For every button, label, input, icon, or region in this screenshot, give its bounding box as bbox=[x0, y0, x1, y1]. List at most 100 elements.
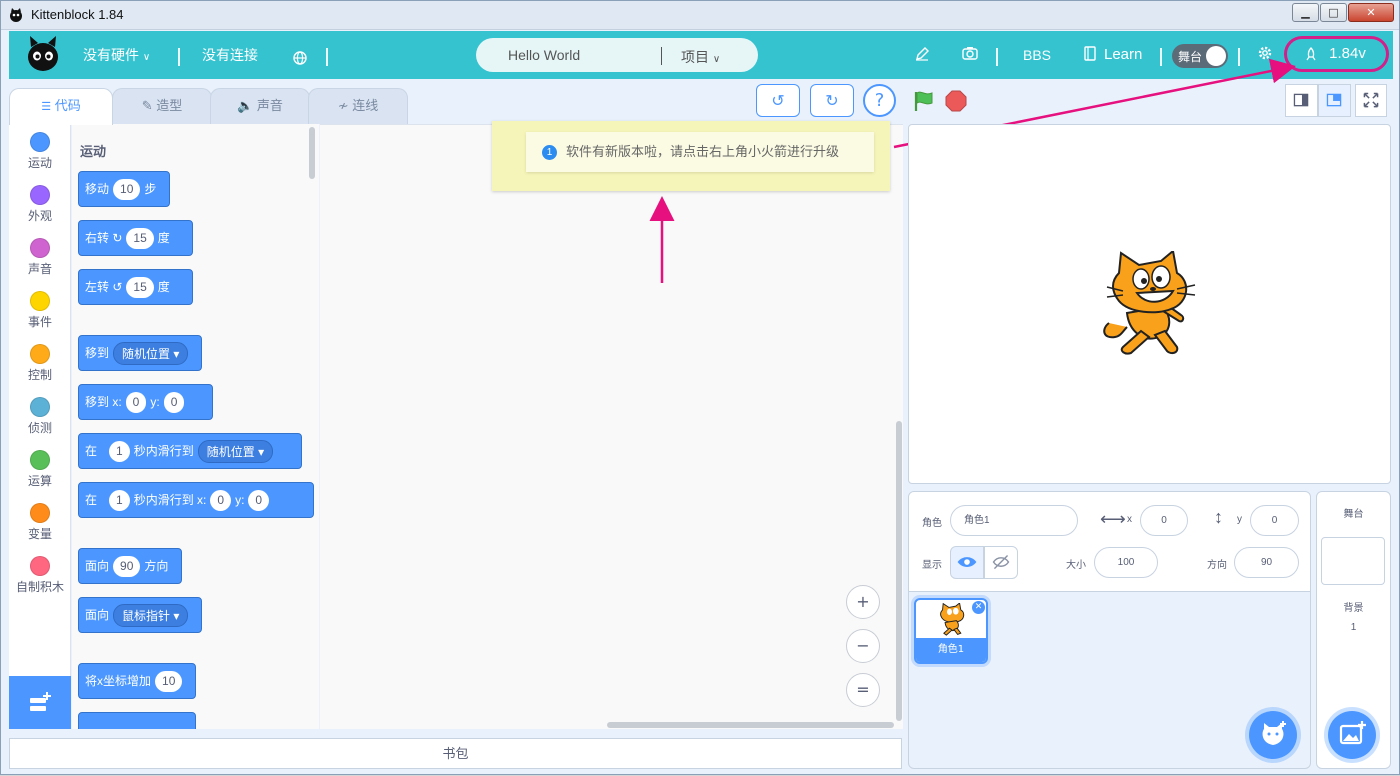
app-icon bbox=[10, 8, 22, 22]
change-x-input[interactable]: 10 bbox=[155, 671, 183, 693]
project-menu-label: 项目 bbox=[681, 49, 709, 65]
block-goto-xy[interactable]: 移到 x: 0 y: 0 bbox=[78, 384, 213, 420]
maximize-button[interactable]: □ bbox=[1320, 3, 1347, 22]
help-button[interactable]: ? bbox=[863, 84, 896, 117]
stage-canvas[interactable] bbox=[908, 124, 1391, 484]
learn-link[interactable]: Learn bbox=[1104, 31, 1142, 79]
size-field[interactable]: 100 bbox=[1094, 547, 1158, 578]
x-input[interactable]: 0 bbox=[210, 490, 232, 512]
block-text: 移到 x: bbox=[85, 395, 122, 409]
add-extension-button[interactable] bbox=[9, 676, 71, 729]
y-input[interactable]: 0 bbox=[248, 490, 270, 512]
category-label: 运算 bbox=[27, 474, 52, 488]
block-text: 右转 bbox=[85, 231, 110, 245]
block-turn-left[interactable]: 左转 ↺ 15 度 bbox=[78, 269, 193, 305]
cat-sprite[interactable] bbox=[1099, 251, 1199, 359]
stage-mode-toggle[interactable]: 舞台 bbox=[1172, 44, 1228, 68]
category-operators[interactable]: 运算 bbox=[9, 442, 71, 495]
stage-pane-title: 舞台 bbox=[1343, 509, 1364, 520]
show-visible-button[interactable] bbox=[950, 546, 984, 579]
block-partial[interactable] bbox=[78, 712, 196, 729]
tab-sounds[interactable]: 🔈 声音 bbox=[210, 88, 310, 124]
direction-input[interactable]: 90 bbox=[113, 556, 141, 578]
tab-costumes[interactable]: ✎ 造型 bbox=[112, 88, 212, 124]
gear-icon[interactable] bbox=[1257, 45, 1273, 61]
undo-button[interactable]: ↺ bbox=[756, 84, 800, 117]
category-my-blocks[interactable]: 自制积木 bbox=[9, 548, 71, 601]
x-input[interactable]: 0 bbox=[125, 392, 147, 414]
book-icon bbox=[1084, 46, 1096, 61]
category-sensing[interactable]: 侦测 bbox=[9, 389, 71, 442]
block-glide-to[interactable]: 在 1 秒内滑行到 随机位置 ▾ bbox=[78, 433, 302, 469]
fullscreen-button[interactable] bbox=[1355, 84, 1387, 117]
zoom-reset-button[interactable]: = bbox=[846, 673, 880, 707]
show-hidden-button[interactable] bbox=[984, 546, 1018, 579]
block-text: 秒内滑行到 x: bbox=[133, 493, 207, 507]
palette-scrollbar[interactable] bbox=[309, 127, 315, 179]
tab-wiring[interactable]: ≁ 连线 bbox=[308, 88, 408, 124]
x-field[interactable]: 0 bbox=[1140, 505, 1188, 536]
zoom-out-button[interactable]: − bbox=[846, 629, 880, 663]
sprite-tile-name: 角色1 bbox=[916, 638, 986, 662]
category-control[interactable]: 控制 bbox=[9, 336, 71, 389]
glide-target-dropdown[interactable]: 随机位置 ▾ bbox=[197, 440, 274, 464]
degrees-input[interactable]: 15 bbox=[126, 277, 154, 299]
globe-icon[interactable] bbox=[293, 51, 307, 65]
redo-button[interactable]: ↻ bbox=[810, 84, 854, 117]
block-turn-right[interactable]: 右转 ↻ 15 度 bbox=[78, 220, 193, 256]
block-text: 将x坐标增加 bbox=[85, 674, 152, 688]
sprite-name-field[interactable]: 角色1 bbox=[950, 505, 1078, 536]
connection-menu[interactable]: 没有连接 bbox=[202, 31, 258, 79]
camera-icon[interactable] bbox=[962, 46, 978, 60]
steps-input[interactable]: 10 bbox=[113, 179, 141, 201]
category-motion[interactable]: 运动 bbox=[9, 124, 71, 177]
category-variables[interactable]: 变量 bbox=[9, 495, 71, 548]
delete-sprite-button[interactable]: ✕ bbox=[972, 601, 985, 614]
bbs-link[interactable]: BBS bbox=[1023, 31, 1051, 79]
close-button[interactable]: ✕ bbox=[1348, 3, 1394, 22]
category-looks[interactable]: 外观 bbox=[9, 177, 71, 230]
zoom-in-button[interactable]: + bbox=[846, 585, 880, 619]
block-text: 步 bbox=[144, 182, 157, 196]
script-area[interactable] bbox=[320, 124, 903, 729]
block-change-x[interactable]: 将x坐标增加 10 bbox=[78, 663, 196, 699]
block-point-towards[interactable]: 面向 鼠标指针 ▾ bbox=[78, 597, 202, 633]
add-sprite-button[interactable] bbox=[1249, 711, 1297, 759]
direction-field[interactable]: 90 bbox=[1234, 547, 1299, 578]
green-flag-icon[interactable] bbox=[912, 89, 936, 113]
minimize-button[interactable]: ▁ bbox=[1292, 3, 1319, 22]
menu-divider bbox=[1238, 48, 1240, 66]
project-menu[interactable]: 项目 ∨ bbox=[681, 47, 720, 67]
toggle-knob bbox=[1206, 46, 1226, 66]
y-field[interactable]: 0 bbox=[1250, 505, 1299, 536]
block-move-steps[interactable]: 移动 10 步 bbox=[78, 171, 170, 207]
stage-backdrop-thumbnail[interactable] bbox=[1321, 537, 1385, 585]
project-name-field[interactable]: Hello World bbox=[508, 47, 580, 63]
small-stage-button[interactable] bbox=[1285, 84, 1318, 117]
script-vertical-scrollbar[interactable] bbox=[896, 421, 902, 721]
y-input[interactable]: 0 bbox=[163, 392, 185, 414]
category-sound[interactable]: 声音 bbox=[9, 230, 71, 283]
window-title: Kittenblock 1.84 bbox=[31, 7, 124, 22]
seconds-input[interactable]: 1 bbox=[109, 490, 130, 512]
block-glide-xy[interactable]: 在 1 秒内滑行到 x: 0 y: 0 bbox=[78, 482, 314, 518]
stop-icon[interactable] bbox=[945, 90, 967, 112]
category-events[interactable]: 事件 bbox=[9, 283, 71, 336]
backpack-bar[interactable]: 书包 bbox=[9, 738, 902, 769]
degrees-input[interactable]: 15 bbox=[126, 228, 154, 250]
upgrade-version-button[interactable]: 1.84v bbox=[1284, 36, 1389, 72]
cat-logo-icon[interactable] bbox=[25, 35, 61, 75]
block-goto[interactable]: 移到 随机位置 ▾ bbox=[78, 335, 202, 371]
goto-target-dropdown[interactable]: 随机位置 ▾ bbox=[113, 342, 189, 366]
add-backdrop-button[interactable] bbox=[1328, 711, 1376, 759]
tab-code[interactable]: ☰ 代码 bbox=[9, 88, 113, 125]
block-text: 在 bbox=[85, 444, 98, 458]
block-point-direction[interactable]: 面向 90 方向 bbox=[78, 548, 182, 584]
zoom-out-icon: − bbox=[856, 636, 870, 655]
seconds-input[interactable]: 1 bbox=[109, 441, 130, 463]
script-horizontal-scrollbar[interactable] bbox=[607, 722, 894, 728]
pencil-icon[interactable] bbox=[915, 47, 929, 61]
point-target-dropdown[interactable]: 鼠标指针 ▾ bbox=[113, 604, 189, 628]
normal-stage-button[interactable] bbox=[1318, 84, 1351, 117]
hardware-menu[interactable]: 没有硬件 ∨ bbox=[83, 31, 150, 79]
